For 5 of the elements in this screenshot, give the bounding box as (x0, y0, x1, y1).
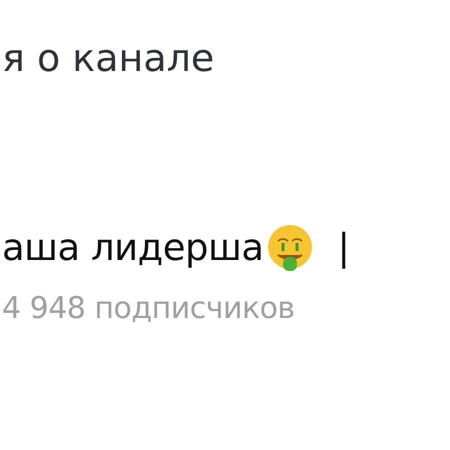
separator-text: | (338, 225, 350, 271)
page-title: я о канале (2, 35, 216, 82)
subscriber-count: 4 948 подписчиков (2, 290, 296, 328)
channel-name: аша лидерша (2, 225, 264, 271)
money-face-icon (266, 223, 314, 273)
